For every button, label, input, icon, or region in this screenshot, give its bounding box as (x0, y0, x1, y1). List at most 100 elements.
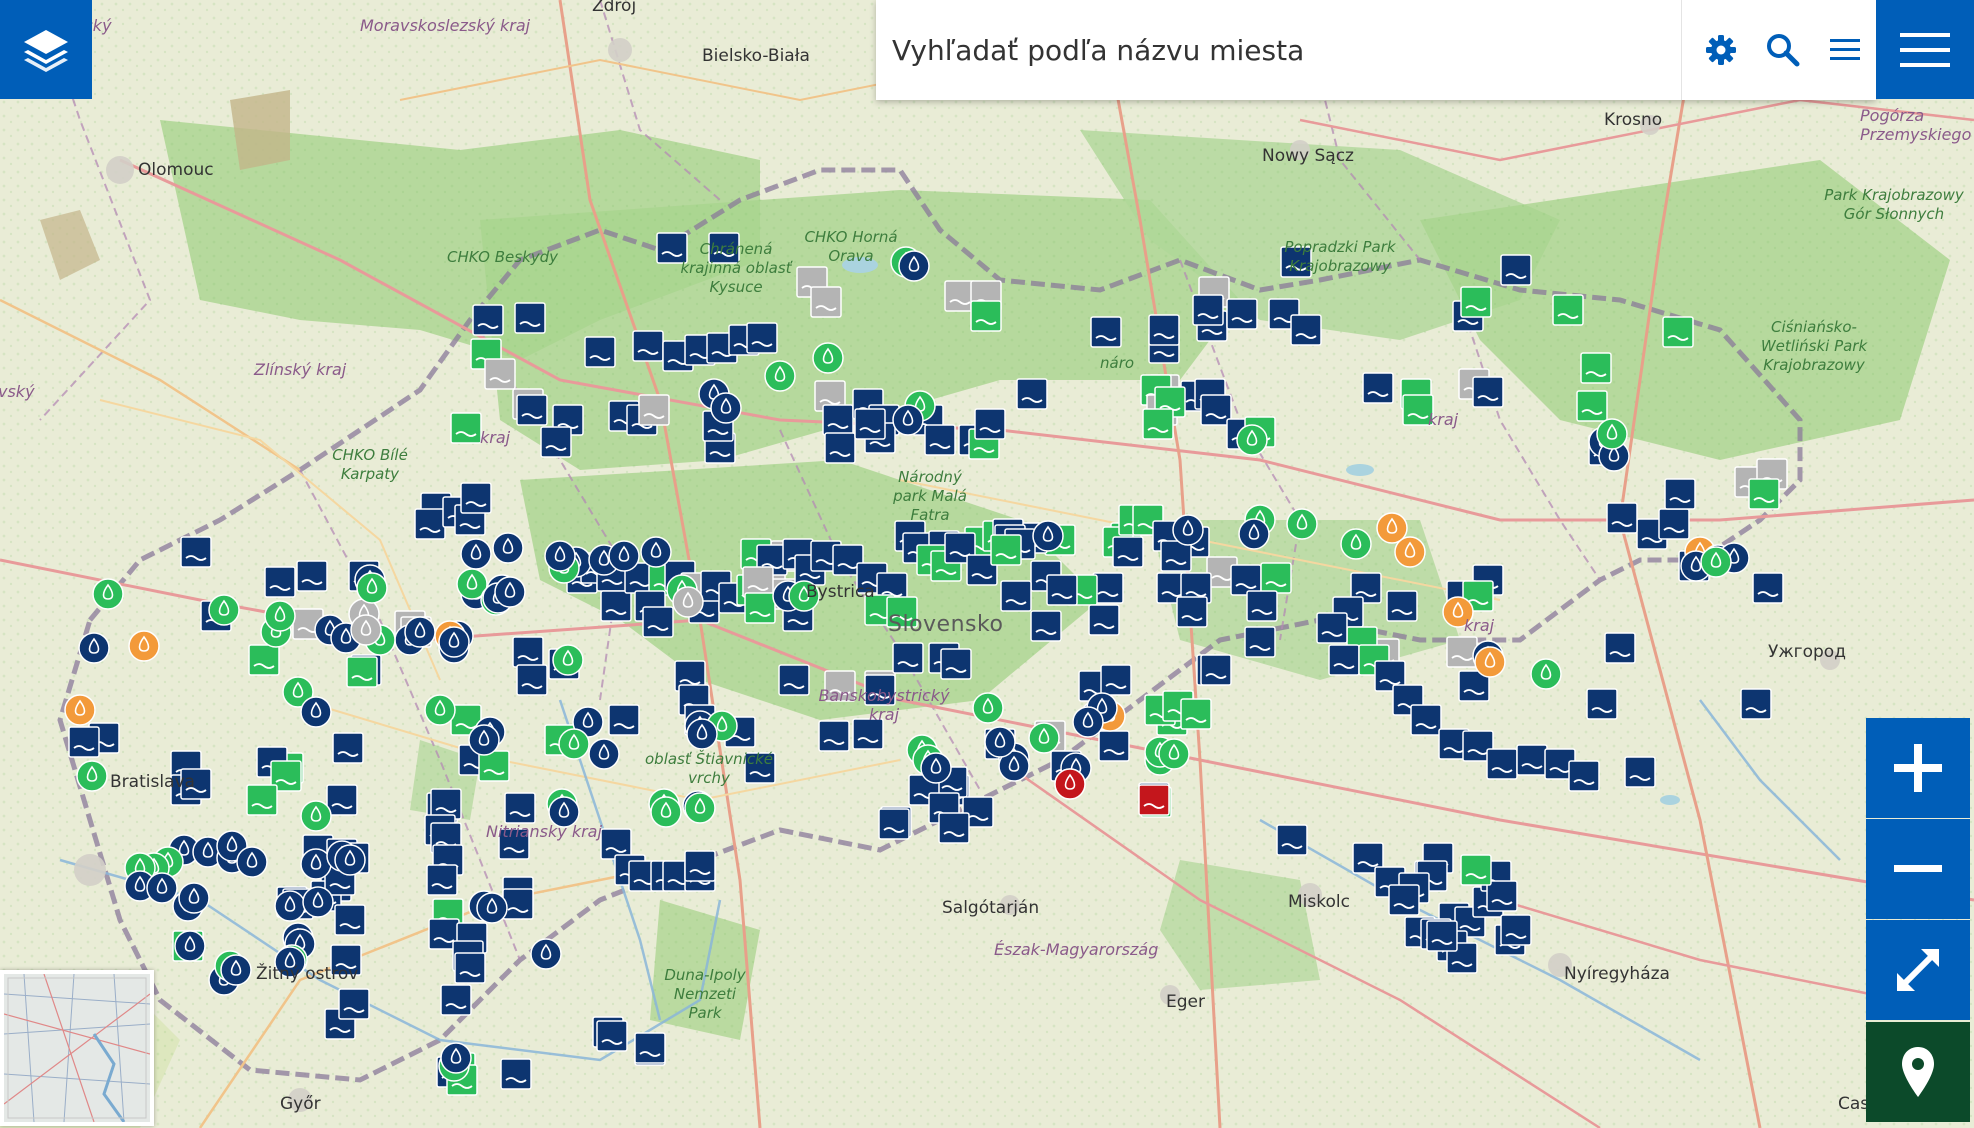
poi-marker-square[interactable] (1410, 704, 1442, 736)
poi-marker-round[interactable] (1530, 658, 1562, 690)
poi-marker-square[interactable] (1486, 748, 1518, 780)
poi-marker-square[interactable] (500, 1058, 532, 1090)
poi-marker-square[interactable] (346, 656, 378, 688)
poi-marker-round[interactable] (64, 694, 96, 726)
poi-marker-square[interactable] (864, 674, 896, 706)
poi-marker-square[interactable] (1090, 316, 1122, 348)
locate-me-button[interactable] (1866, 1022, 1970, 1122)
poi-marker-square[interactable] (1500, 914, 1532, 946)
zoom-out-button[interactable] (1866, 819, 1970, 919)
poi-marker-square[interactable] (632, 330, 664, 362)
poi-marker-square[interactable] (540, 426, 572, 458)
main-menu-button[interactable] (1876, 0, 1974, 99)
poi-marker-round[interactable] (264, 600, 296, 632)
poi-marker-square[interactable] (1604, 632, 1636, 664)
poi-marker-round[interactable] (548, 796, 580, 828)
poi-marker-square[interactable] (1244, 626, 1276, 658)
poi-marker-square[interactable] (334, 904, 366, 936)
poi-marker-square[interactable] (248, 644, 280, 676)
poi-marker-square[interactable] (1226, 298, 1258, 330)
poi-marker-square[interactable] (502, 888, 534, 920)
poi-marker-square[interactable] (778, 664, 810, 696)
poi-marker-round[interactable] (1028, 722, 1060, 754)
poi-marker-round[interactable] (530, 938, 562, 970)
poi-marker-square[interactable] (634, 1032, 666, 1064)
poi-marker-square[interactable] (484, 358, 516, 390)
poi-marker-round[interactable] (588, 738, 620, 770)
poi-marker-square[interactable] (516, 664, 548, 696)
poi-marker-round[interactable] (356, 572, 388, 604)
poi-marker-square[interactable] (1402, 394, 1434, 426)
poi-marker-round[interactable] (640, 536, 672, 568)
poi-marker-square[interactable] (1276, 824, 1308, 856)
poi-marker-round[interactable] (1394, 536, 1426, 568)
poi-marker-round[interactable] (764, 360, 796, 392)
list-button[interactable] (1814, 0, 1876, 100)
poi-marker-round[interactable] (1236, 424, 1268, 456)
poi-marker-square[interactable] (940, 648, 972, 680)
poi-marker-square[interactable] (1486, 880, 1518, 912)
poi-marker-round[interactable] (558, 728, 590, 760)
poi-marker-round[interactable] (424, 694, 456, 726)
poi-marker-square[interactable] (498, 828, 530, 860)
poi-marker-round[interactable] (492, 532, 524, 564)
poi-marker-square[interactable] (1192, 294, 1224, 326)
poi-marker-square[interactable] (338, 988, 370, 1020)
poi-marker-square[interactable] (516, 394, 548, 426)
poi-marker-square[interactable] (504, 792, 536, 824)
poi-marker-square[interactable] (1386, 590, 1418, 622)
poi-marker-square[interactable] (1138, 784, 1170, 816)
poi-marker-square[interactable] (974, 408, 1006, 440)
poi-marker-round[interactable] (76, 760, 108, 792)
poi-marker-square[interactable] (1552, 294, 1584, 326)
poi-marker-round[interactable] (544, 540, 576, 572)
poi-marker-square[interactable] (744, 752, 776, 784)
poi-marker-square[interactable] (656, 232, 688, 264)
poi-marker-square[interactable] (642, 606, 674, 638)
poi-marker-square[interactable] (1576, 390, 1608, 422)
poi-marker-square[interactable] (1246, 590, 1278, 622)
poi-marker-round[interactable] (812, 342, 844, 374)
poi-marker-square[interactable] (296, 560, 328, 592)
poi-marker-square[interactable] (1388, 884, 1420, 916)
poi-marker-square[interactable] (1148, 314, 1180, 346)
poi-marker-square[interactable] (810, 286, 842, 318)
poi-marker-round[interactable] (552, 644, 584, 676)
poi-marker-square[interactable] (1176, 596, 1208, 628)
poi-marker-round[interactable] (1474, 646, 1506, 678)
poi-marker-square[interactable] (600, 590, 632, 622)
poi-marker-square[interactable] (886, 596, 918, 628)
poi-marker-square[interactable] (878, 808, 910, 840)
poi-marker-round[interactable] (1340, 528, 1372, 560)
poi-marker-square[interactable] (854, 408, 886, 440)
poi-marker-round[interactable] (788, 580, 820, 612)
layers-button[interactable] (0, 0, 92, 99)
poi-marker-square[interactable] (68, 726, 100, 758)
poi-marker-square[interactable] (180, 536, 212, 568)
poi-marker-square[interactable] (1446, 636, 1478, 668)
poi-marker-square[interactable] (938, 812, 970, 844)
poi-marker-square[interactable] (1472, 376, 1504, 408)
poi-marker-round[interactable] (300, 696, 332, 728)
poi-marker-square[interactable] (1100, 664, 1132, 696)
poi-marker-square[interactable] (1500, 254, 1532, 286)
poi-marker-square[interactable] (1328, 644, 1360, 676)
poi-marker-square[interactable] (708, 232, 740, 264)
poi-marker-square[interactable] (990, 534, 1022, 566)
poi-marker-square[interactable] (1098, 730, 1130, 762)
poi-marker-square[interactable] (460, 482, 492, 514)
poi-marker-square[interactable] (596, 1020, 628, 1052)
poi-marker-round[interactable] (898, 250, 930, 282)
poi-marker-round[interactable] (404, 616, 436, 648)
poi-marker-round[interactable] (972, 692, 1004, 724)
poi-marker-round[interactable] (1596, 418, 1628, 450)
map-canvas[interactable] (0, 0, 1974, 1128)
poi-marker-round[interactable] (302, 886, 334, 918)
poi-marker-round[interactable] (684, 792, 716, 824)
poi-marker-round[interactable] (236, 846, 268, 878)
poi-marker-round[interactable] (460, 538, 492, 570)
poi-marker-round[interactable] (220, 954, 252, 986)
poi-marker-square[interactable] (1658, 508, 1690, 540)
poi-marker-round[interactable] (1700, 546, 1732, 578)
poi-marker-square[interactable] (264, 566, 296, 598)
